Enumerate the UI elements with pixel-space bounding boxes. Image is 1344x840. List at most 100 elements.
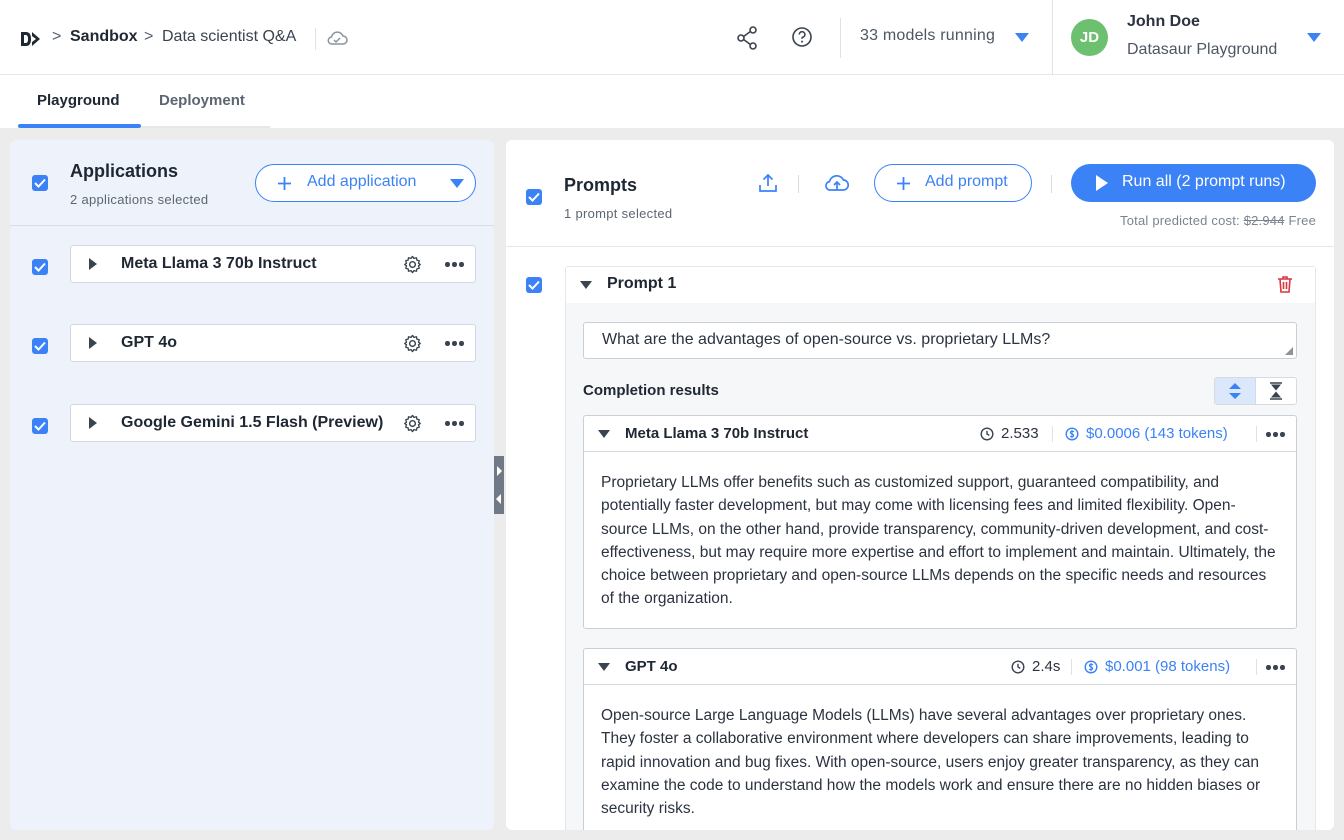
prompts-title: Prompts (564, 175, 638, 195)
collapse-all-button[interactable] (1256, 378, 1297, 404)
user-name: John Doe (1127, 13, 1200, 30)
prompt-input[interactable]: What are the advantages of open-source v… (583, 322, 1297, 359)
prompts-subtitle: 1 prompt selected (564, 206, 673, 221)
more-options-icon[interactable] (1266, 665, 1286, 671)
applications-title: Applications (70, 161, 179, 181)
tab-playground[interactable]: Playground (37, 92, 120, 109)
result-cost: $0.0006 (143 tokens) (1086, 425, 1228, 442)
cloud-upload-icon[interactable] (824, 173, 850, 193)
applications-subtitle: 2 applications selected (70, 192, 209, 207)
result-model-name: GPT 4o (625, 658, 678, 675)
divider (798, 175, 799, 193)
more-options-icon[interactable] (445, 341, 465, 347)
collapse-caret-icon[interactable] (598, 663, 610, 671)
more-options-icon[interactable] (445, 421, 465, 427)
resize-grip-icon[interactable] (1285, 347, 1293, 355)
expand-collapse-toggle (1214, 377, 1297, 405)
completion-results-title: Completion results (583, 382, 719, 399)
expand-caret-icon[interactable] (89, 337, 97, 349)
user-org: Datasaur Playground (1127, 41, 1278, 58)
run-all-button[interactable]: Run all (2 prompt runs) (1071, 164, 1316, 202)
application-row[interactable]: Google Gemini 1.5 Flash (Preview) (70, 404, 476, 442)
more-options-icon[interactable] (1266, 432, 1286, 438)
share-icon[interactable] (736, 26, 758, 50)
cost-free: Free (1288, 213, 1316, 228)
application-row[interactable]: Meta Llama 3 70b Instruct (70, 245, 476, 283)
prompt-checkbox[interactable] (526, 277, 542, 293)
collapse-left-icon[interactable] (496, 494, 501, 504)
result-latency: 2.533 (1001, 425, 1039, 442)
divider (315, 28, 316, 50)
prompt-card: Prompt 1 What are the advantages of open… (565, 266, 1316, 830)
trash-icon[interactable] (1277, 275, 1293, 293)
add-application-button[interactable]: Add application (255, 164, 476, 202)
result-cost: $0.001 (98 tokens) (1105, 658, 1231, 675)
result-model-name: Meta Llama 3 70b Instruct (625, 425, 809, 442)
gear-icon[interactable] (403, 255, 422, 274)
prompt-text: What are the advantages of open-source v… (602, 331, 1051, 348)
application-name: GPT 4o (121, 334, 178, 351)
prompts-panel: Prompts 1 prompt selected Add prompt Run… (506, 140, 1334, 830)
result-text: Open-source Large Language Models (LLMs)… (601, 707, 1261, 818)
upload-icon[interactable] (758, 173, 778, 193)
divider (1052, 0, 1053, 75)
expand-right-icon[interactable] (497, 466, 502, 476)
expand-caret-icon[interactable] (89, 258, 97, 270)
add-application-label: Add application (307, 173, 417, 190)
more-options-icon[interactable] (445, 262, 465, 268)
breadcrumb-separator: > (52, 28, 62, 45)
models-running-dropdown[interactable]: 33 models running (860, 27, 995, 45)
add-prompt-label: Add prompt (925, 173, 1008, 190)
collapse-caret-icon[interactable] (598, 430, 610, 438)
chevron-down-icon[interactable] (450, 179, 464, 188)
panel-resize-handle[interactable] (494, 456, 504, 514)
breadcrumb-separator: > (144, 28, 154, 45)
result-text: Proprietary LLMs offer benefits such as … (601, 474, 1276, 608)
expand-caret-icon[interactable] (89, 417, 97, 429)
divider (1071, 659, 1072, 675)
user-menu-chevron-icon[interactable] (1307, 33, 1321, 42)
total-predicted-cost: Total predicted cost: $2.944 Free (1120, 213, 1316, 228)
tab-bar: Playground Deployment (0, 75, 1344, 128)
divider (840, 18, 841, 58)
gear-icon[interactable] (403, 414, 422, 433)
select-all-prompts-checkbox[interactable] (526, 189, 542, 205)
prompt-card-header[interactable]: Prompt 1 (566, 267, 1315, 303)
application-checkbox[interactable] (32, 259, 48, 275)
divider (10, 225, 494, 226)
cloud-sync-icon (327, 31, 348, 45)
divider (506, 246, 1334, 247)
cost-label: Total predicted cost: (1120, 213, 1240, 228)
gear-icon[interactable] (403, 334, 422, 353)
completion-result-card: Meta Llama 3 70b Instruct 2.533 $0.0006 … (583, 415, 1297, 629)
divider (1051, 175, 1052, 193)
application-row[interactable]: GPT 4o (70, 324, 476, 362)
add-prompt-button[interactable]: Add prompt (874, 164, 1032, 202)
applications-panel: Applications 2 applications selected Add… (10, 140, 494, 830)
cost-original: $2.944 (1243, 213, 1285, 228)
logo-icon[interactable] (20, 31, 42, 47)
tab-deployment[interactable]: Deployment (159, 92, 245, 109)
breadcrumb-workspace[interactable]: Sandbox (70, 28, 138, 46)
collapse-caret-icon[interactable] (580, 281, 592, 289)
help-icon[interactable] (791, 26, 813, 48)
clock-icon (1011, 660, 1025, 674)
breadcrumb-project[interactable]: Data scientist Q&A (162, 28, 296, 46)
select-all-applications-checkbox[interactable] (32, 175, 48, 191)
completion-result-card: GPT 4o 2.4s $0.001 (98 tokens) Open-sour… (583, 648, 1297, 830)
divider (1052, 426, 1053, 442)
chevron-down-icon[interactable] (1015, 33, 1029, 42)
clock-icon (980, 427, 994, 441)
plus-icon (897, 177, 910, 190)
expand-all-button[interactable] (1215, 378, 1256, 404)
coin-icon (1065, 427, 1079, 441)
application-checkbox[interactable] (32, 338, 48, 354)
run-all-label: Run all (2 prompt runs) (1122, 173, 1286, 190)
application-name: Meta Llama 3 70b Instruct (121, 255, 317, 272)
prompt-title: Prompt 1 (607, 275, 677, 292)
completion-result-header[interactable]: Meta Llama 3 70b Instruct 2.533 $0.0006 … (584, 416, 1296, 452)
application-name: Google Gemini 1.5 Flash (Preview) (121, 414, 384, 431)
application-checkbox[interactable] (32, 418, 48, 434)
completion-result-header[interactable]: GPT 4o 2.4s $0.001 (98 tokens) (584, 649, 1296, 685)
avatar[interactable]: JD (1071, 19, 1108, 56)
